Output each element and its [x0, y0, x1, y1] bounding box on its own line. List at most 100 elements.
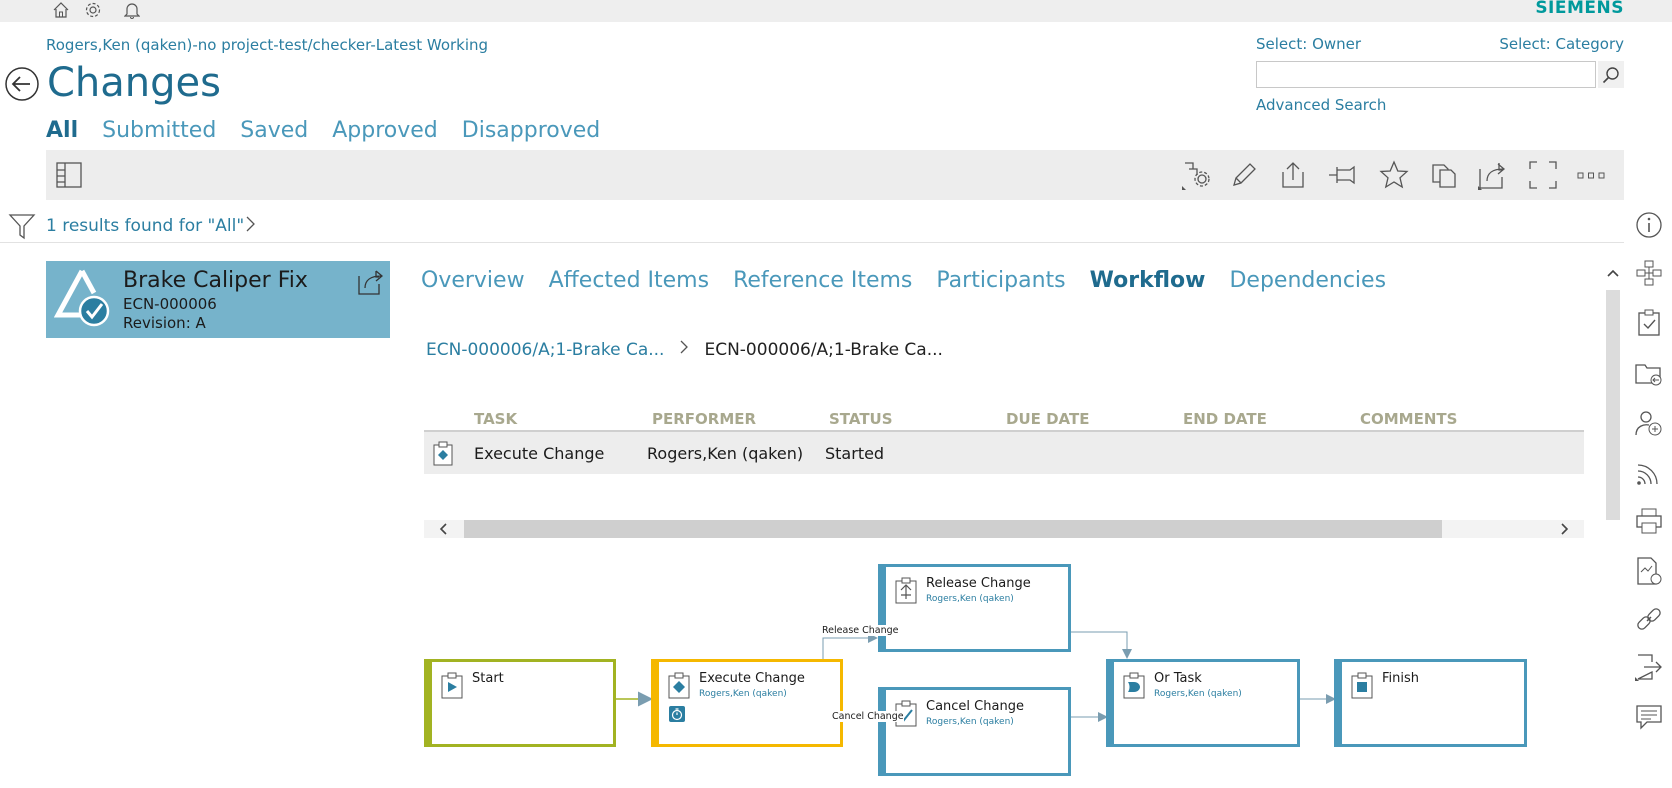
tab-workflow[interactable]: Workflow: [1090, 268, 1206, 293]
card-id: ECN-000006: [123, 295, 217, 313]
col-due-date[interactable]: DUE DATE: [1006, 410, 1089, 428]
edge-label-cancel: Cancel Change: [832, 711, 904, 722]
node-finish[interactable]: Finish: [1334, 659, 1527, 747]
workflow-crumb-current: ECN-000006/A;1-Brake Ca...: [704, 339, 943, 360]
node-start[interactable]: Start: [424, 659, 616, 747]
filter-tabs: All Submitted Saved Approved Disapproved: [46, 118, 624, 143]
structure-icon[interactable]: [1634, 258, 1664, 288]
more-icon[interactable]: [1574, 158, 1608, 192]
tab-dependencies[interactable]: Dependencies: [1229, 268, 1386, 293]
tab-submitted[interactable]: Submitted: [102, 118, 216, 143]
workflow-settings-icon[interactable]: [1180, 158, 1214, 192]
node-title: Execute Change: [699, 671, 805, 686]
node-title: Start: [472, 671, 504, 686]
info-icon[interactable]: [1634, 210, 1664, 240]
layout-panel-icon[interactable]: [52, 158, 86, 192]
chevron-right-icon[interactable]: [244, 212, 258, 240]
node-performer: Rogers,Ken (qaken): [699, 689, 787, 699]
col-task[interactable]: TASK: [474, 410, 517, 428]
chevron-left-icon[interactable]: [438, 520, 450, 542]
tab-approved[interactable]: Approved: [332, 118, 438, 143]
link-icon[interactable]: [1634, 604, 1664, 634]
pin-icon[interactable]: [1326, 158, 1360, 192]
edge-label-release: Release Change: [822, 625, 899, 636]
toolbar: [46, 150, 1624, 200]
change-notice-icon: [53, 267, 112, 333]
col-comments[interactable]: COMMENTS: [1360, 410, 1457, 428]
share-icon[interactable]: [1476, 158, 1510, 192]
export-icon[interactable]: [1276, 158, 1310, 192]
user-manage-icon[interactable]: [1634, 408, 1664, 438]
subscribe-icon[interactable]: [1634, 458, 1664, 488]
task-icon: [667, 672, 691, 704]
node-execute-change[interactable]: Execute Change Rogers,Ken (qaken): [651, 659, 843, 747]
card-title: Brake Caliper Fix: [123, 268, 308, 293]
card-revision: Revision: A: [123, 314, 206, 332]
chevron-right-icon: [678, 337, 690, 362]
node-or-task[interactable]: Or Task Rogers,Ken (qaken): [1106, 659, 1300, 747]
select-owner-link[interactable]: Select: Owner: [1256, 35, 1361, 53]
home-icon[interactable]: [50, 0, 72, 20]
horizontal-scrollbar[interactable]: [424, 520, 1584, 538]
tab-affected-items[interactable]: Affected Items: [549, 268, 710, 293]
workflow-crumb-parent[interactable]: ECN-000006/A;1-Brake Ca...: [426, 340, 664, 360]
comment-icon[interactable]: [1634, 702, 1664, 732]
context-breadcrumb[interactable]: Rogers,Ken (qaken)-no project-test/check…: [46, 36, 488, 54]
node-release-change[interactable]: Release Change Rogers,Ken (qaken): [878, 564, 1071, 652]
folder-icon[interactable]: [1634, 358, 1664, 388]
tab-saved[interactable]: Saved: [240, 118, 308, 143]
node-title: Release Change: [926, 576, 1031, 591]
tab-participants[interactable]: Participants: [936, 268, 1065, 293]
node-title: Cancel Change: [926, 699, 1024, 714]
favorite-icon[interactable]: [1377, 158, 1411, 192]
search-icon[interactable]: [1598, 61, 1624, 88]
print-icon[interactable]: [1634, 506, 1664, 536]
edit-icon[interactable]: [1227, 158, 1261, 192]
node-title: Finish: [1382, 671, 1420, 686]
vertical-scroll-thumb[interactable]: [1606, 290, 1620, 520]
tab-all[interactable]: All: [46, 118, 78, 143]
horizontal-scroll-thumb[interactable]: [464, 520, 1442, 538]
object-tabs: Overview Affected Items Reference Items …: [421, 268, 1410, 293]
table-row[interactable]: Execute Change Rogers,Ken (qaken) Starte…: [424, 432, 1584, 474]
advanced-search-link[interactable]: Advanced Search: [1256, 96, 1386, 114]
back-arrow-icon[interactable]: [4, 66, 40, 102]
results-count: 1 results found for "All": [46, 216, 245, 236]
col-end-date[interactable]: END DATE: [1183, 410, 1267, 428]
chevron-up-icon[interactable]: [1605, 264, 1621, 283]
bell-icon[interactable]: [121, 0, 143, 20]
timer-icon: [669, 706, 685, 722]
or-task-icon: [1122, 672, 1146, 704]
fullscreen-icon[interactable]: [1526, 158, 1560, 192]
gear-icon[interactable]: [82, 0, 104, 20]
brand-logo: SIEMENS: [1535, 0, 1624, 18]
logout-icon[interactable]: [1634, 652, 1664, 682]
open-icon[interactable]: [356, 267, 386, 301]
col-performer[interactable]: PERFORMER: [652, 410, 756, 428]
workflow-breadcrumb: ECN-000006/A;1-Brake Ca... ECN-000006/A;…: [426, 337, 943, 362]
search-input[interactable]: [1256, 61, 1596, 88]
copy-icon[interactable]: [1427, 158, 1461, 192]
change-card[interactable]: Brake Caliper Fix ECN-000006 Revision: A: [46, 261, 390, 338]
filter-icon[interactable]: [8, 212, 36, 244]
vertical-scrollbar[interactable]: [1604, 250, 1622, 788]
chevron-right-icon[interactable]: [1558, 520, 1570, 542]
task-icon: [432, 441, 454, 471]
report-icon[interactable]: [1634, 556, 1664, 586]
select-category-link[interactable]: Select: Category: [1499, 35, 1624, 53]
cell-task: Execute Change: [474, 444, 605, 463]
checklist-icon[interactable]: [1634, 308, 1664, 338]
top-bar: SIEMENS: [0, 0, 1672, 22]
page-title: Changes: [47, 60, 221, 106]
col-status[interactable]: STATUS: [829, 410, 893, 428]
node-title: Or Task: [1154, 671, 1202, 686]
node-cancel-change[interactable]: Cancel Change Rogers,Ken (qaken): [878, 687, 1071, 776]
cell-status: Started: [825, 444, 885, 463]
cell-performer: Rogers,Ken (qaken): [647, 444, 804, 463]
tab-overview[interactable]: Overview: [421, 268, 525, 293]
task-table: TASK PERFORMER STATUS DUE DATE END DATE …: [424, 407, 1584, 474]
tab-disapproved[interactable]: Disapproved: [462, 118, 600, 143]
right-rail: [1624, 200, 1672, 788]
finish-icon: [1350, 672, 1374, 704]
tab-reference-items[interactable]: Reference Items: [733, 268, 912, 293]
